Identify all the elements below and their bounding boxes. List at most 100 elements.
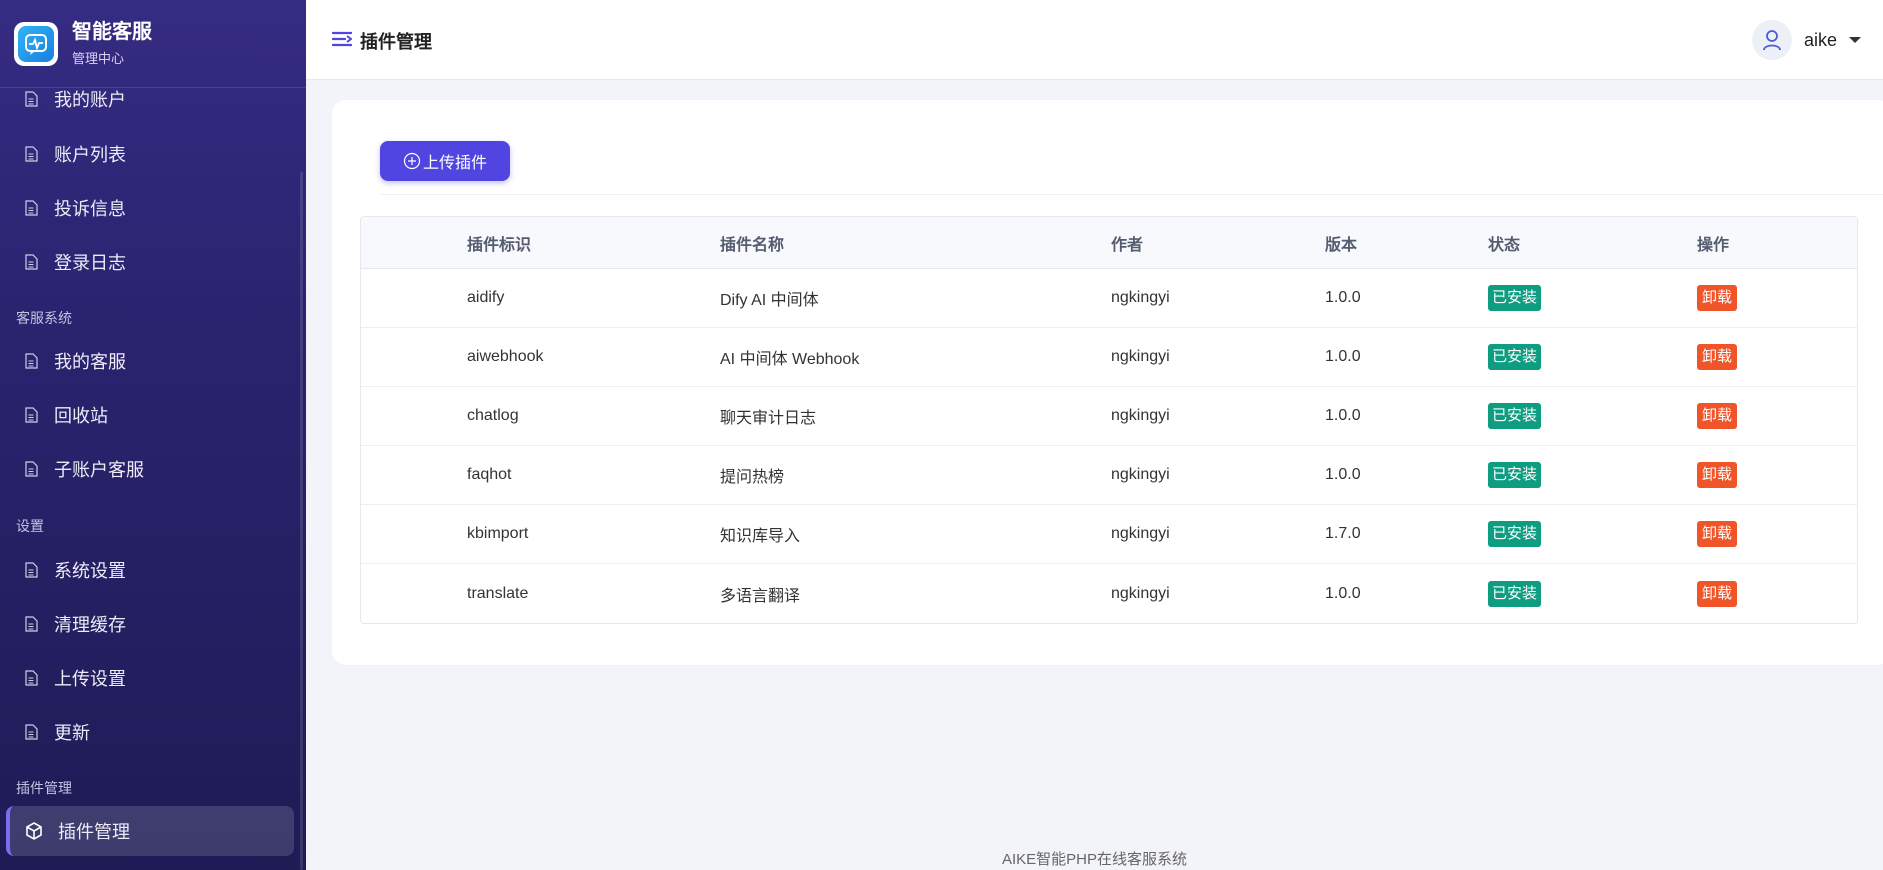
brand-logo (14, 21, 58, 66)
brand-title: 智能客服 (72, 21, 152, 43)
footer-text: AIKE智能PHP在线客服系统 (1001, 851, 1188, 868)
section-settings: 设置 (16, 518, 44, 534)
upload-plugin-button[interactable]: 上传插件 (380, 141, 510, 181)
status-badge: 已安装 (1488, 580, 1542, 607)
chevron-down-icon[interactable] (1849, 37, 1861, 43)
sidebar-item-my-account[interactable]: 我的账户 (6, 74, 294, 124)
plugin-name: Dify AI 中间体 (720, 292, 819, 309)
table-row: kbimport 知识库导入 ngkingyi 1.7.0 已安装 卸载 (361, 505, 1857, 564)
document-icon (24, 91, 40, 107)
plugin-version: 1.0.0 (1325, 348, 1361, 365)
plugin-id: kbimport (467, 525, 529, 542)
sidebar-item-label: 系统设置 (54, 561, 126, 581)
uninstall-button[interactable]: 卸载 (1697, 462, 1738, 488)
column-header-author: 作者 (1111, 236, 1144, 254)
sidebar-item-clear-cache[interactable]: 清理缓存 (6, 599, 294, 649)
top-header: 插件管理 aike (306, 0, 1883, 80)
section-service: 客服系统 (16, 310, 72, 326)
sidebar-item-label: 我的客服 (54, 352, 126, 372)
status-badge: 已安装 (1488, 462, 1542, 488)
column-header-version: 版本 (1325, 236, 1358, 254)
status-badge: 已安装 (1488, 344, 1542, 370)
section-plugins: 插件管理 (16, 780, 72, 796)
table-row: faqhot 提问热榜 ngkingyi 1.0.0 已安装 卸载 (361, 446, 1857, 505)
plugin-name: 知识库导入 (720, 528, 801, 545)
status-badge: 已安装 (1488, 285, 1542, 311)
sidebar-item-complaints[interactable]: 投诉信息 (6, 183, 294, 233)
sidebar-item-login-log[interactable]: 登录日志 (6, 237, 294, 287)
plugin-card: 上传插件 插件标识 插件名称 作者 版本 状态 操作 aidify Dify A… (332, 100, 1883, 665)
plugin-author: ngkingyi (1111, 525, 1170, 542)
uninstall-button[interactable]: 卸载 (1697, 580, 1738, 607)
sidebar: 智能客服 管理中心 我的账户 账户列表 投诉信息 登录日志 客服系统 我的客服 … (0, 0, 306, 870)
uninstall-button[interactable]: 卸载 (1697, 344, 1738, 370)
username[interactable]: aike (1804, 30, 1837, 51)
sidebar-item-plugin-management[interactable]: 插件管理 (6, 806, 294, 856)
sidebar-item-upload-settings[interactable]: 上传设置 (6, 653, 294, 703)
plugin-name: 聊天审计日志 (720, 410, 817, 427)
sidebar-item-system-settings[interactable]: 系统设置 (6, 545, 294, 595)
plugin-author: ngkingyi (1111, 289, 1170, 306)
plugin-id: chatlog (467, 407, 519, 424)
plugin-version: 1.0.0 (1325, 584, 1361, 602)
plugin-name: AI 中间体 Webhook (720, 351, 860, 368)
table-header: 插件标识 插件名称 作者 版本 状态 操作 (361, 217, 1857, 269)
sidebar-item-label: 清理缓存 (54, 615, 126, 635)
document-icon (24, 724, 40, 740)
sidebar-item-label: 投诉信息 (54, 199, 126, 219)
document-icon (24, 461, 40, 477)
sidebar-scrollbar[interactable] (300, 172, 303, 870)
uninstall-button[interactable]: 卸载 (1697, 285, 1738, 311)
column-header-status: 状态 (1488, 236, 1521, 254)
upload-plugin-label: 上传插件 (422, 155, 487, 172)
sidebar-item-my-service[interactable]: 我的客服 (6, 336, 294, 386)
plugin-version: 1.0.0 (1325, 407, 1361, 424)
user-icon (1763, 30, 1781, 51)
uninstall-button[interactable]: 卸载 (1697, 403, 1738, 429)
cube-icon (24, 821, 44, 841)
sidebar-item-account-list[interactable]: 账户列表 (6, 129, 294, 179)
sidebar-item-label: 更新 (54, 723, 90, 743)
plugin-version: 1.0.0 (1325, 289, 1361, 306)
sidebar-item-label: 上传设置 (54, 669, 126, 689)
table-row: aidify Dify AI 中间体 ngkingyi 1.0.0 已安装 卸载 (361, 269, 1857, 328)
plugin-author: ngkingyi (1111, 407, 1170, 424)
document-icon (24, 407, 40, 423)
plugin-version: 1.7.0 (1325, 525, 1361, 542)
menu-toggle-icon[interactable] (331, 31, 353, 52)
plugin-table: 插件标识 插件名称 作者 版本 状态 操作 aidify Dify AI 中间体… (360, 216, 1858, 624)
column-header-name: 插件名称 (720, 236, 785, 254)
uninstall-button[interactable]: 卸载 (1697, 521, 1738, 547)
avatar[interactable] (1751, 20, 1792, 60)
status-badge: 已安装 (1488, 521, 1542, 547)
chat-pulse-icon (18, 25, 54, 62)
table-row: translate 多语言翻译 ngkingyi 1.0.0 已安装 卸载 (361, 564, 1857, 623)
document-icon (24, 353, 40, 369)
plugin-id: aiwebhook (467, 348, 544, 365)
sidebar-item-recycle-bin[interactable]: 回收站 (6, 390, 294, 440)
plugin-name: 提问热榜 (720, 469, 785, 486)
table-row: aiwebhook AI 中间体 Webhook ngkingyi 1.0.0 … (361, 328, 1857, 387)
user-menu[interactable]: aike (1751, 20, 1861, 60)
sidebar-item-label: 我的账户 (54, 90, 126, 110)
sidebar-item-update[interactable]: 更新 (6, 707, 294, 757)
document-icon (24, 670, 40, 686)
brand-subtitle: 管理中心 (72, 51, 125, 66)
plugin-author: ngkingyi (1111, 348, 1170, 365)
plugin-author: ngkingyi (1111, 584, 1170, 602)
sidebar-item-label: 子账户客服 (54, 460, 144, 480)
plus-circle-icon (403, 152, 421, 170)
table-row: chatlog 聊天审计日志 ngkingyi 1.0.0 已安装 卸载 (361, 387, 1857, 446)
plugin-version: 1.0.0 (1325, 466, 1361, 483)
plugin-id: translate (467, 584, 529, 602)
status-badge: 已安装 (1488, 403, 1542, 429)
plugin-name: 多语言翻译 (720, 587, 801, 605)
sidebar-item-label: 插件管理 (58, 822, 130, 842)
document-icon (24, 200, 40, 216)
sidebar-item-label: 登录日志 (54, 253, 126, 273)
plugin-author: ngkingyi (1111, 466, 1170, 483)
document-icon (24, 146, 40, 162)
column-header-id: 插件标识 (467, 236, 532, 254)
sidebar-item-sub-account-service[interactable]: 子账户客服 (6, 444, 294, 494)
divider (380, 194, 1883, 195)
